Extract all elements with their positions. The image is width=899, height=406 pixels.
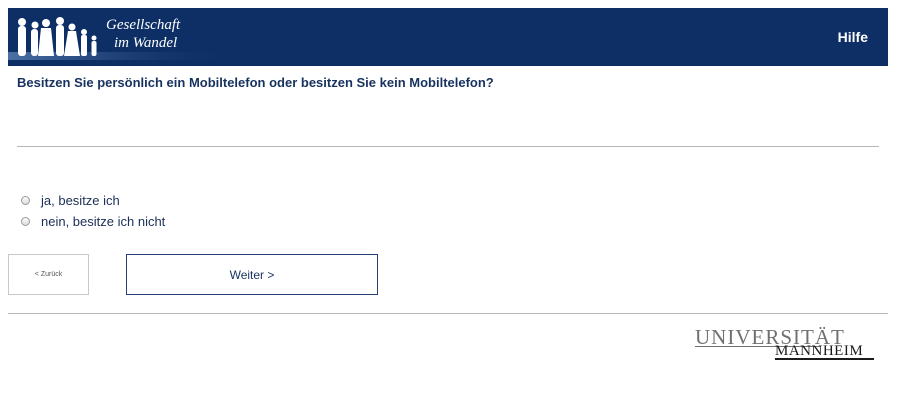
logo-underline	[775, 358, 874, 360]
header-bar: Gesellschaft im Wandel Hilfe	[8, 8, 888, 66]
radio-button[interactable]	[21, 217, 30, 226]
back-button[interactable]: < Zurück	[8, 254, 89, 295]
universitaet-mannheim-logo: UNIVERSITÄT MANNHEIM	[695, 326, 875, 362]
option-ja[interactable]: ja, besitze ich	[21, 193, 120, 208]
option-nein[interactable]: nein, besitze ich nicht	[21, 214, 165, 229]
option-label: nein, besitze ich nicht	[41, 214, 166, 229]
divider	[17, 146, 879, 147]
option-label: ja, besitze ich	[41, 193, 120, 208]
logo-text-line1: Gesellschaft	[106, 17, 181, 33]
logo-text-line2: im Wandel	[114, 35, 178, 51]
help-link[interactable]: Hilfe	[838, 29, 868, 45]
logo-text-line2: MANNHEIM	[775, 343, 864, 359]
divider	[8, 313, 888, 314]
gesellschaft-im-wandel-logo: Gesellschaft im Wandel	[8, 8, 248, 66]
radio-button[interactable]	[21, 196, 30, 205]
question-text: Besitzen Sie persönlich ein Mobiltelefon…	[17, 75, 494, 90]
next-button[interactable]: Weiter >	[126, 254, 378, 295]
